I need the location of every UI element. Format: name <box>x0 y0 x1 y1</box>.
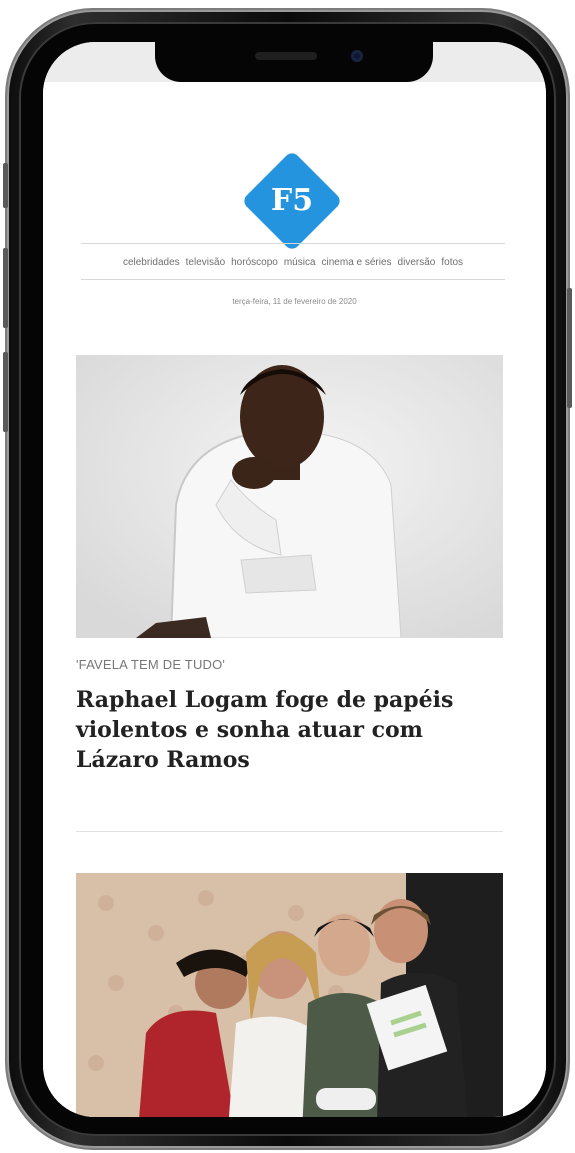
issue-date: terça-feira, 11 de fevereiro de 2020 <box>232 297 357 306</box>
portrait-image <box>76 355 503 638</box>
article-card[interactable] <box>76 873 503 1117</box>
notch <box>155 42 433 82</box>
nav-item-cinema-e-series[interactable]: cinema e séries <box>322 257 392 268</box>
article-headline[interactable]: Raphael Logam foge de papéis violentos e… <box>76 685 503 775</box>
speaker-grille <box>255 52 317 60</box>
article-card[interactable]: 'FAVELA TEM DE TUDO' Raphael Logam foge … <box>76 355 503 775</box>
nav-top-rule <box>81 243 505 244</box>
article-divider <box>76 831 503 832</box>
nav-item-horoscopo[interactable]: horóscopo <box>231 257 278 268</box>
nav-item-fotos[interactable]: fotos <box>441 257 463 268</box>
article-photo-portrait[interactable] <box>76 355 503 638</box>
camera-icon <box>351 50 363 62</box>
article-kicker: 'FAVELA TEM DE TUDO' <box>76 657 226 672</box>
phone-screen: F5 celebridades televisão horóscopo músi… <box>43 42 546 1117</box>
newsletter-content: F5 celebridades televisão horóscopo músi… <box>43 82 546 1117</box>
logo-text: F5 <box>270 183 314 218</box>
power-button <box>567 288 572 408</box>
section-nav: celebridades televisão horóscopo música … <box>81 246 505 278</box>
nav-bottom-rule <box>81 279 505 280</box>
silent-switch <box>3 163 8 208</box>
volume-up-button <box>3 248 8 328</box>
nav-item-diversao[interactable]: diversão <box>398 257 436 268</box>
group-image <box>76 873 503 1117</box>
volume-down-button <box>3 352 8 432</box>
nav-item-musica[interactable]: música <box>284 257 316 268</box>
article-photo-group[interactable] <box>76 873 503 1117</box>
nav-item-televisao[interactable]: televisão <box>186 257 225 268</box>
nav-item-celebridades[interactable]: celebridades <box>123 257 180 268</box>
f5-logo[interactable]: F5 <box>239 148 345 254</box>
